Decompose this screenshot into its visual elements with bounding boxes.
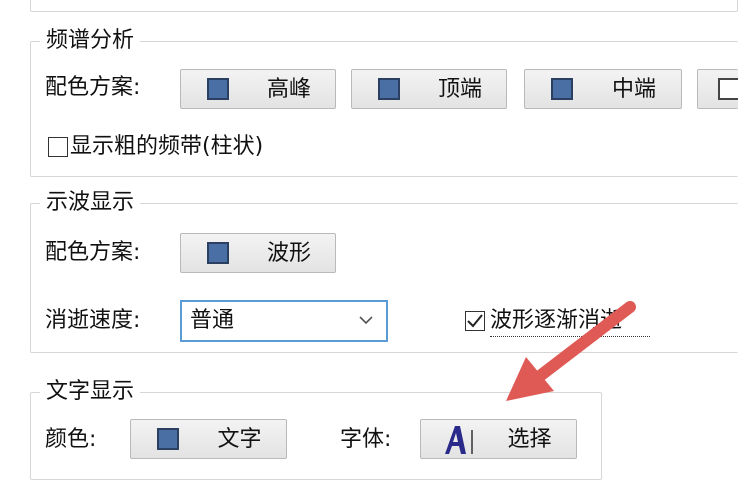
color-swatch-icon <box>207 78 229 100</box>
fade-speed-select[interactable]: 普通 <box>180 300 388 342</box>
spectrum-color-scheme-label: 配色方案: <box>45 75 141 100</box>
font-icon <box>445 426 473 454</box>
color-button-mid-label: 中端 <box>611 77 656 102</box>
checkmark-icon <box>467 314 483 328</box>
color-swatch-icon <box>157 428 179 450</box>
text-color-button[interactable]: 文字 <box>130 419 287 459</box>
text-color-button-label: 文字 <box>217 427 262 452</box>
color-button-mid[interactable]: 中端 <box>524 69 682 109</box>
fade-speed-value: 普通 <box>190 308 235 333</box>
color-button-peak[interactable]: 高峰 <box>180 69 336 109</box>
font-select-button-label: 选择 <box>507 427 552 452</box>
annotation-arrow-icon <box>506 301 636 401</box>
color-swatch-icon <box>551 78 573 100</box>
color-button-top-label: 顶端 <box>437 77 482 102</box>
thick-band-checkbox[interactable] <box>48 137 68 157</box>
chevron-down-icon <box>359 316 373 325</box>
oscilloscope-color-scheme-label: 配色方案: <box>45 240 141 265</box>
top-group-partial <box>30 0 738 12</box>
thick-band-label: 显示粗的频带(柱状) <box>70 134 264 159</box>
text-color-label: 颜色: <box>45 427 97 452</box>
fade-speed-label: 消逝速度: <box>45 308 141 333</box>
spectrum-legend: 频谱分析 <box>40 26 141 56</box>
oscilloscope-legend: 示波显示 <box>40 188 141 218</box>
color-button-top[interactable]: 顶端 <box>351 69 507 109</box>
color-button-partial[interactable] <box>697 69 738 109</box>
font-label: 字体: <box>340 427 392 452</box>
color-swatch-icon <box>718 78 738 100</box>
color-swatch-icon <box>207 242 229 264</box>
waveform-color-button-label: 波形 <box>266 241 311 266</box>
font-select-button[interactable]: 选择 <box>420 419 577 459</box>
text-display-legend: 文字显示 <box>40 377 141 407</box>
color-button-peak-label: 高峰 <box>266 77 311 102</box>
waveform-color-button[interactable]: 波形 <box>180 233 336 273</box>
color-swatch-icon <box>378 78 400 100</box>
fade-gradually-checkbox[interactable] <box>465 311 485 331</box>
